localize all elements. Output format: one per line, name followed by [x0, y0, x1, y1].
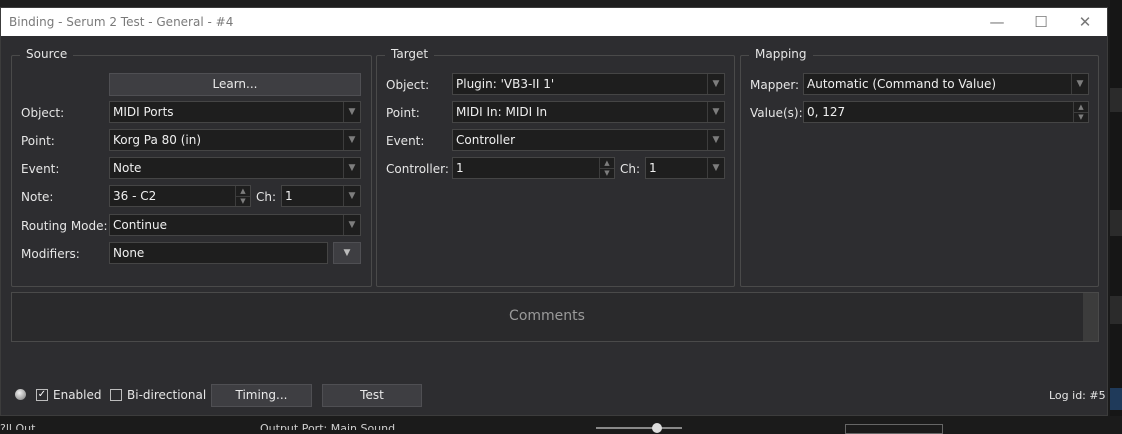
close-button[interactable]: ✕ [1063, 8, 1107, 36]
source-object-select[interactable]: MIDI Ports ▼ [109, 101, 361, 123]
source-object-label: Object: [21, 106, 65, 120]
bidirectional-checkbox[interactable] [110, 389, 122, 401]
source-event-value: Note [113, 161, 142, 175]
background-text-left: ?ll Out [0, 422, 36, 430]
source-ch-label: Ch: [256, 190, 277, 204]
target-point-value: MIDI In: MIDI In [456, 105, 548, 119]
target-controller-value: 1 [456, 161, 464, 175]
target-object-select[interactable]: Plugin: 'VB3-II 1' ▼ [452, 73, 725, 95]
learn-button[interactable]: Learn... [109, 73, 361, 96]
chevron-down-icon[interactable]: ▼ [343, 186, 360, 206]
chevron-down-icon[interactable]: ▼ [707, 102, 724, 122]
source-ch-value: 1 [285, 189, 293, 203]
source-event-select[interactable]: Note ▼ [109, 157, 361, 179]
source-note-spinbox[interactable]: 36 - C2 ▲ ▼ [109, 185, 251, 207]
spin-down-icon[interactable]: ▼ [600, 168, 614, 178]
spin-down-icon[interactable]: ▼ [236, 196, 250, 206]
target-controller-spinbox[interactable]: 1 ▲ ▼ [452, 157, 615, 179]
target-object-value: Plugin: 'VB3-II 1' [456, 77, 555, 91]
target-ch-value: 1 [649, 161, 657, 175]
source-point-select[interactable]: Korg Pa 80 (in) ▼ [109, 129, 361, 151]
binding-dialog: Binding - Serum 2 Test - General - #4 — … [0, 7, 1108, 416]
mapper-label: Mapper: [750, 78, 800, 92]
target-point-select[interactable]: MIDI In: MIDI In ▼ [452, 101, 725, 123]
source-routing-value: Continue [113, 218, 167, 232]
source-routing-select[interactable]: Continue ▼ [109, 214, 361, 236]
comments-placeholder: Comments [509, 308, 585, 324]
chevron-down-icon[interactable]: ▼ [343, 158, 360, 178]
chevron-down-icon[interactable]: ▼ [343, 102, 360, 122]
background-text-mid: Output Port: Main Sound [260, 422, 396, 430]
checkmark-icon: ✓ [37, 389, 47, 400]
title-bar: Binding - Serum 2 Test - General - #4 — … [1, 8, 1107, 36]
chevron-down-icon[interactable]: ▼ [707, 130, 724, 150]
timing-button[interactable]: Timing... [211, 384, 312, 407]
target-event-label: Event: [386, 134, 425, 148]
minimize-button[interactable]: — [975, 8, 1019, 36]
comments-textarea[interactable]: Comments [11, 292, 1099, 342]
source-routing-label: Routing Mode: [21, 219, 108, 233]
maximize-button[interactable]: ☐ [1019, 8, 1063, 36]
source-note-value: 36 - C2 [113, 189, 157, 203]
background-app-top [0, 0, 1122, 7]
chevron-down-icon[interactable]: ▼ [343, 130, 360, 150]
background-meter [845, 424, 943, 434]
status-led-icon [15, 389, 26, 400]
target-controller-label: Controller: [386, 162, 449, 176]
enabled-label[interactable]: Enabled [53, 388, 102, 402]
source-note-label: Note: [21, 190, 54, 204]
target-event-select[interactable]: Controller ▼ [452, 129, 725, 151]
mapper-select[interactable]: Automatic (Command to Value) ▼ [803, 73, 1089, 95]
background-slider [596, 427, 682, 429]
source-point-label: Point: [21, 134, 55, 148]
target-point-label: Point: [386, 106, 420, 120]
chevron-down-icon[interactable]: ▼ [343, 215, 360, 235]
background-app-right [1110, 0, 1122, 430]
target-ch-select[interactable]: 1 ▼ [645, 157, 725, 179]
source-modifiers-value: None [113, 246, 145, 260]
mapping-title: Mapping [749, 47, 813, 61]
window-title: Binding - Serum 2 Test - General - #4 [9, 15, 234, 29]
chevron-down-icon[interactable]: ▼ [1071, 74, 1088, 94]
chevron-down-icon[interactable]: ▼ [707, 158, 724, 178]
values-label: Value(s): [750, 106, 803, 120]
mapper-value: Automatic (Command to Value) [807, 77, 997, 91]
log-id: Log id: #5 [1049, 389, 1106, 402]
bidirectional-label[interactable]: Bi-directional [127, 388, 206, 402]
source-object-value: MIDI Ports [113, 105, 174, 119]
chevron-down-icon[interactable]: ▼ [707, 74, 724, 94]
target-ch-label: Ch: [620, 162, 641, 176]
modifiers-dropdown-button[interactable]: ▼ [333, 242, 361, 264]
comments-scrollbar[interactable] [1083, 293, 1098, 341]
source-point-value: Korg Pa 80 (in) [113, 133, 202, 147]
source-modifiers-label: Modifiers: [21, 247, 80, 261]
source-title: Source [20, 47, 74, 61]
background-app-bottom: ?ll Out Output Port: Main Sound [0, 416, 1122, 430]
target-object-label: Object: [386, 78, 430, 92]
target-event-value: Controller [456, 133, 516, 147]
spin-down-icon[interactable]: ▼ [1074, 112, 1088, 122]
values-value: 0, 127 [807, 105, 846, 119]
target-title: Target [385, 47, 435, 61]
values-spinbox[interactable]: 0, 127 ▲ ▼ [803, 101, 1089, 123]
source-event-label: Event: [21, 162, 60, 176]
background-slider-knob [652, 423, 662, 433]
source-modifiers-field[interactable]: None [109, 242, 328, 264]
source-ch-select[interactable]: 1 ▼ [281, 185, 361, 207]
test-button[interactable]: Test [322, 384, 422, 407]
chevron-down-icon: ▼ [343, 248, 351, 258]
enabled-checkbox[interactable]: ✓ [36, 389, 48, 401]
